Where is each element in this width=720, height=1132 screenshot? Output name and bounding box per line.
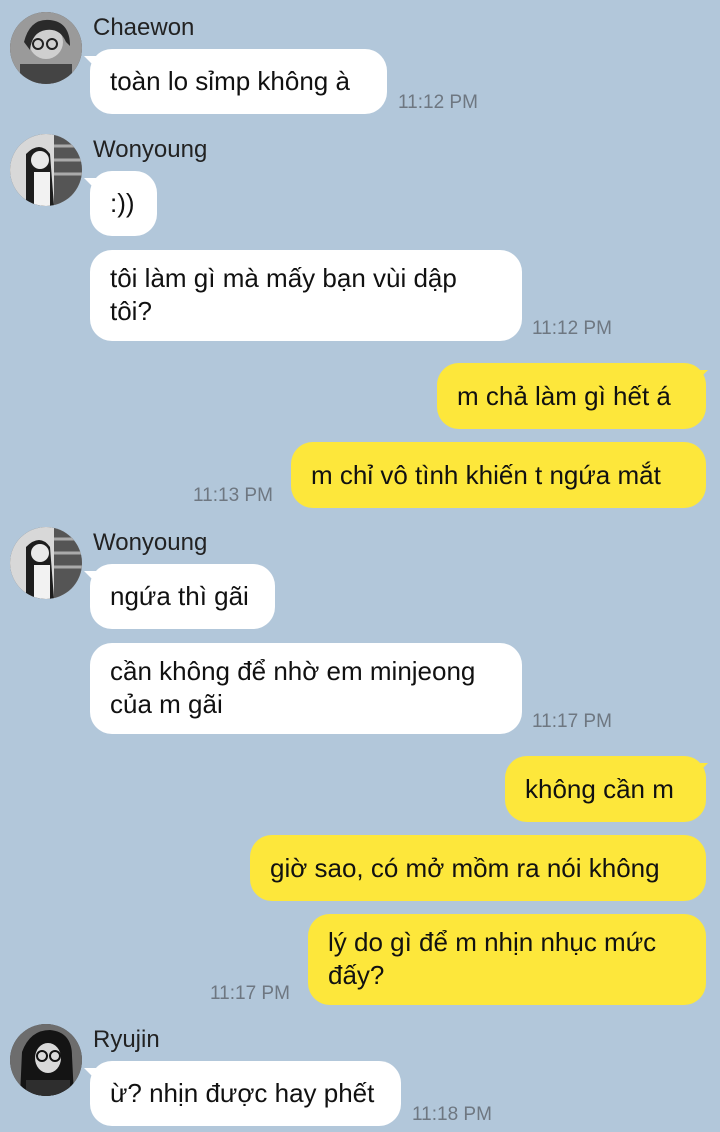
message-bubble[interactable]: toàn lo sỉmp không à xyxy=(90,49,387,114)
message-bubble[interactable]: m chả làm gì hết á xyxy=(437,363,706,429)
message-timestamp: 11:18 PM xyxy=(412,1104,492,1125)
sender-name: Chaewon xyxy=(93,14,195,41)
message-bubble[interactable]: m chỉ vô tình khiến t ngứa mắt xyxy=(291,442,706,508)
message-timestamp: 11:12 PM xyxy=(532,318,612,339)
message-timestamp: 11:13 PM xyxy=(193,485,273,506)
chat-window[interactable]: Chaewon toàn lo sỉmp không à 11:12 PM Wo… xyxy=(0,0,720,1132)
sender-name: Wonyoung xyxy=(93,529,208,556)
avatar-wonyoung[interactable] xyxy=(10,134,82,206)
message-bubble[interactable]: lý do gì để m nhịn nhục mức đấy? xyxy=(308,914,706,1005)
message-bubble[interactable]: giờ sao, có mở mồm ra nói không xyxy=(250,835,706,901)
avatar-chaewon[interactable] xyxy=(10,12,82,84)
sender-name: Wonyoung xyxy=(93,136,208,163)
message-bubble[interactable]: tôi làm gì mà mấy bạn vùi dập tôi? xyxy=(90,250,522,341)
message-timestamp: 11:17 PM xyxy=(210,983,290,1004)
message-bubble[interactable]: không cần m xyxy=(505,756,706,822)
message-bubble[interactable]: ừ? nhịn được hay phết xyxy=(90,1061,401,1126)
avatar-wonyoung[interactable] xyxy=(10,527,82,599)
message-timestamp: 11:17 PM xyxy=(532,711,612,732)
avatar-ryujin[interactable] xyxy=(10,1024,82,1096)
message-bubble[interactable]: ngứa thì gãi xyxy=(90,564,275,629)
message-bubble[interactable]: cần không để nhờ em minjeong của m gãi xyxy=(90,643,522,734)
message-timestamp: 11:12 PM xyxy=(398,92,478,113)
message-bubble[interactable]: :)) xyxy=(90,171,157,236)
sender-name: Ryujin xyxy=(93,1026,160,1053)
